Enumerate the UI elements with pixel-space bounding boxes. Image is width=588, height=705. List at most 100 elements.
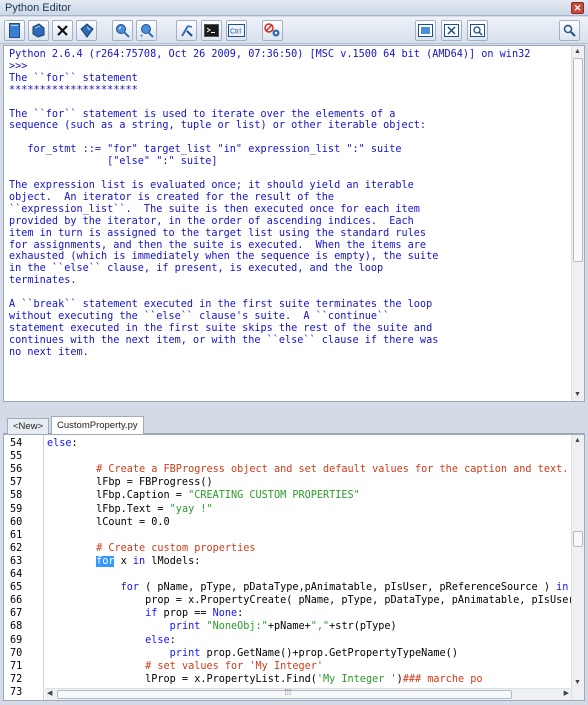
find-button[interactable] bbox=[467, 20, 488, 41]
open-file-button[interactable] bbox=[28, 20, 49, 41]
code-line[interactable]: lProp = x.PropertyList.Find('My Integer … bbox=[47, 673, 482, 686]
editor-vertical-scrollbar[interactable]: ▲ ▼ bbox=[571, 435, 584, 700]
code-line[interactable]: print prop.GetName()+prop.GetPropertyTyp… bbox=[47, 647, 458, 660]
code-token: # set values for 'My Integer' bbox=[145, 660, 324, 672]
step-icon bbox=[180, 24, 193, 37]
code-line[interactable]: for x in lModels: bbox=[47, 555, 200, 568]
code-token: : bbox=[237, 608, 244, 620]
line-number: 61 bbox=[10, 529, 23, 541]
save-icon bbox=[80, 23, 94, 38]
line-number: 73 bbox=[10, 686, 23, 698]
code-editor[interactable]: 54 55 56 57 58 59 60 61 62 63 64 65 66 67 68 69 70 71 72 73… bbox=[3, 434, 585, 701]
settings-button[interactable] bbox=[262, 20, 283, 41]
code-token: "NoneObj:" bbox=[206, 621, 268, 633]
console-vertical-scrollbar[interactable]: ▲ ▼ bbox=[571, 46, 584, 401]
search-icon bbox=[563, 24, 576, 37]
scroll-right-icon[interactable]: ▶ bbox=[564, 689, 569, 697]
python-console-output[interactable]: Python 2.6.4 (r264:75708, Oct 26 2009, 0… bbox=[3, 45, 585, 402]
editor-tabs: <New> CustomProperty.py bbox=[3, 416, 585, 434]
code-token: x bbox=[114, 555, 133, 567]
maximize-icon bbox=[418, 24, 433, 37]
save-button[interactable] bbox=[76, 20, 97, 41]
code-token: "CREATING CUSTOM PROPERTIES" bbox=[188, 490, 360, 502]
line-number: 59 bbox=[10, 503, 23, 515]
scroll-left-icon[interactable]: ◀ bbox=[47, 689, 52, 697]
line-number: 54 bbox=[10, 438, 23, 449]
scroll-down-icon[interactable]: ▼ bbox=[574, 391, 581, 398]
code-token: : bbox=[71, 438, 78, 449]
code-line[interactable]: # Create custom properties bbox=[47, 542, 256, 555]
tab-new[interactable]: <New> bbox=[7, 418, 50, 434]
code-token: +str(pType) bbox=[329, 621, 397, 633]
code-line[interactable]: lCount = 0.0 bbox=[47, 516, 170, 529]
close-file-button[interactable] bbox=[52, 20, 73, 41]
code-line[interactable]: else: bbox=[47, 634, 176, 647]
code-token: in bbox=[556, 582, 569, 594]
close-window-button[interactable]: ✕ bbox=[571, 2, 584, 14]
close-icon bbox=[57, 25, 68, 36]
code-token: : bbox=[169, 634, 176, 646]
line-number: 67 bbox=[10, 608, 23, 620]
step-button[interactable] bbox=[176, 20, 197, 41]
scroll-up-icon[interactable]: ▲ bbox=[574, 48, 581, 55]
maximize-button[interactable] bbox=[415, 20, 436, 41]
new-file-button[interactable] bbox=[4, 20, 25, 41]
pane-splitter[interactable] bbox=[0, 403, 588, 415]
code-token: +pName+ bbox=[267, 621, 311, 633]
execute-selection-button[interactable]: + bbox=[136, 20, 157, 41]
tab-customproperty[interactable]: CustomProperty.py bbox=[51, 416, 144, 434]
editor-scroll-thumb[interactable] bbox=[573, 531, 583, 547]
code-token: lFbp = FBProgress() bbox=[47, 477, 213, 489]
ctrl-button[interactable]: Ctrl bbox=[226, 20, 247, 41]
line-number: 60 bbox=[10, 516, 23, 528]
code-line[interactable]: print "NoneObj:"+pName+","+str(pType) bbox=[47, 620, 397, 633]
code-token: prop.GetName()+prop.GetPropertyTypeName(… bbox=[200, 647, 458, 659]
console-button[interactable] bbox=[201, 20, 222, 41]
code-token: None bbox=[212, 608, 238, 620]
code-line[interactable]: if prop == None: bbox=[47, 607, 243, 620]
window-title: Python Editor bbox=[5, 2, 72, 14]
editor-hscroll-thumb[interactable]: ⁞⁞⁞ bbox=[57, 688, 512, 699]
line-number: 70 bbox=[10, 647, 23, 659]
code-line[interactable]: for ( pName, pType, pDataType,pAnimatabl… bbox=[47, 581, 571, 594]
console-icon bbox=[204, 24, 219, 37]
code-token: "yay !" bbox=[169, 503, 213, 515]
editor-scroll-up-icon[interactable]: ▲ bbox=[574, 437, 581, 444]
editor-scroll-down-icon[interactable]: ▼ bbox=[574, 679, 581, 686]
code-token: print bbox=[169, 647, 201, 659]
code-token: 'My Integer ' bbox=[316, 673, 397, 685]
title-bar: Python Editor ✕ bbox=[0, 0, 588, 16]
svg-text:+: + bbox=[140, 34, 144, 39]
code-line[interactable]: lFbp = FBProgress() bbox=[47, 476, 213, 489]
code-token: # Create a FBProgress object and set def… bbox=[96, 464, 569, 476]
ctrl-icon: Ctrl bbox=[228, 24, 245, 37]
code-token: # Create custom properties bbox=[96, 542, 256, 554]
code-token: in bbox=[132, 555, 146, 567]
line-number: 64 bbox=[10, 569, 23, 580]
code-area[interactable]: else: # Create a FBProgress object and s… bbox=[45, 435, 571, 700]
search-button[interactable] bbox=[559, 20, 580, 41]
code-line[interactable]: prop = x.PropertyCreate( pName, pType, p… bbox=[47, 594, 571, 607]
console-scroll-thumb[interactable] bbox=[573, 58, 583, 262]
execute-button[interactable] bbox=[112, 20, 133, 41]
svg-text:Ctrl: Ctrl bbox=[230, 29, 241, 36]
disable-settings-icon bbox=[264, 23, 280, 37]
code-line[interactable]: # set values for 'My Integer' bbox=[47, 660, 323, 673]
line-number: 72 bbox=[10, 673, 23, 685]
code-line[interactable]: # Create a FBProgress object and set def… bbox=[47, 463, 568, 476]
code-token: prop = x.PropertyCreate( pName, pType, p… bbox=[47, 595, 571, 607]
code-line[interactable]: lFbp.Text = "yay !" bbox=[47, 503, 213, 516]
code-token: "," bbox=[310, 621, 330, 633]
line-number: 71 bbox=[10, 660, 23, 672]
code-token: else bbox=[47, 438, 72, 449]
line-number: 58 bbox=[10, 490, 23, 502]
editor-horizontal-scrollbar[interactable]: ◀ ⁞⁞⁞ ▶ bbox=[45, 688, 571, 700]
code-line[interactable]: lFbp.Caption = "CREATING CUSTOM PROPERTI… bbox=[47, 489, 360, 502]
clear-button[interactable] bbox=[441, 20, 462, 41]
code-line[interactable]: else: bbox=[47, 437, 78, 450]
